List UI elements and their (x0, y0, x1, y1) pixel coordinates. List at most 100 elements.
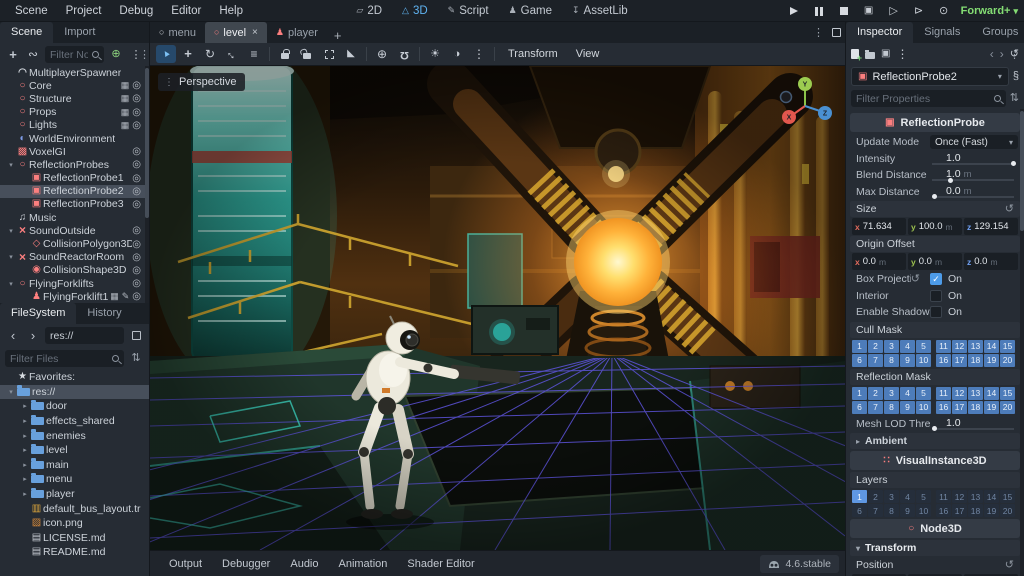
renderer-selector[interactable]: Forward+ ▾ (961, 5, 1018, 17)
reflection-mask-bit[interactable]: 19 (984, 401, 999, 414)
tree-item[interactable]: ReflectionProbe1 (0, 172, 149, 185)
expander-icon[interactable]: ▸ (20, 490, 30, 498)
tree-item[interactable]: VoxelGI (0, 145, 149, 158)
layer-bit[interactable]: 12 (952, 490, 967, 503)
workspace-3d[interactable]: 3D (395, 4, 435, 18)
tree-item[interactable]: Music (0, 211, 149, 224)
bottom-panel-tab[interactable]: Shader Editor (398, 555, 483, 573)
layer-bit[interactable]: 20 (1000, 504, 1015, 517)
cull-mask-bit[interactable]: 15 (1000, 340, 1015, 353)
cull-mask-bit[interactable]: 16 (936, 354, 951, 367)
origin-x-field[interactable]: x0.0m (852, 253, 906, 270)
play-scene-button[interactable] (886, 3, 902, 19)
new-resource-icon[interactable] (851, 49, 859, 59)
history-forward-icon[interactable]: › (1000, 47, 1004, 61)
revert-icon[interactable]: ↺ (1005, 204, 1014, 215)
workspace-2d[interactable]: 2D (349, 4, 389, 18)
file-item[interactable]: README.md (0, 545, 149, 560)
max-distance-slider[interactable]: 0.0m (930, 184, 1018, 200)
expander-icon[interactable]: ▾ (6, 280, 16, 288)
class-header-visualinstance3d[interactable]: ∷ VisualInstance3D (850, 451, 1020, 470)
size-y-field[interactable]: y100.0m (908, 218, 962, 235)
sep3[interactable] (419, 47, 420, 61)
dock-tab[interactable]: Scene (0, 22, 53, 43)
layer-bit[interactable]: 13 (968, 490, 983, 503)
box-projection-checkbox[interactable]: ✓ (930, 273, 942, 285)
visibility-toggle-icon[interactable] (132, 80, 141, 91)
expander-icon[interactable]: ▸ (20, 446, 30, 454)
file-item[interactable]: LICENSE.md (0, 531, 149, 546)
menu-item[interactable]: Editor (164, 3, 208, 19)
group-badge-icon[interactable] (110, 291, 119, 302)
version-info[interactable]: 4.6.stable (760, 555, 839, 573)
property-sort-icon[interactable] (1010, 93, 1019, 104)
layer-bit[interactable]: 19 (984, 504, 999, 517)
expander-icon[interactable]: ▸ (20, 475, 30, 483)
origin-z-field[interactable]: z0.0m (964, 253, 1018, 270)
intensity-slider[interactable]: 1.0 (930, 151, 1018, 167)
file-item[interactable]: ▸ door (0, 399, 149, 414)
new-scene-tab-button[interactable]: + (327, 28, 349, 43)
layer-bit[interactable]: 11 (936, 490, 951, 503)
tree-item[interactable]: Props (0, 106, 149, 119)
group-badge-icon[interactable] (121, 93, 130, 104)
reflection-mask-bit[interactable]: 9 (900, 401, 915, 414)
open-docs-icon[interactable] (1013, 71, 1019, 82)
menu-item[interactable]: Help (212, 3, 250, 19)
layer-bit[interactable]: 3 (884, 490, 899, 503)
reflection-mask-bit[interactable]: 20 (1000, 401, 1015, 414)
layer-bit[interactable]: 5 (916, 490, 931, 503)
cull-mask-bit[interactable]: 12 (952, 340, 967, 353)
tab-menu[interactable]: menu (150, 22, 205, 43)
visibility-toggle-icon[interactable] (132, 146, 141, 157)
reflection-mask-bit[interactable]: 8 (884, 401, 899, 414)
reflection-mask-bit[interactable]: 15 (1000, 387, 1015, 400)
cull-mask-bit[interactable]: 20 (1000, 354, 1015, 367)
layer-bit[interactable]: 9 (900, 504, 915, 517)
play-button[interactable] (786, 3, 802, 19)
visibility-toggle-icon[interactable] (132, 239, 141, 250)
reflection-mask-bit[interactable]: 5 (916, 387, 931, 400)
reflection-mask-bit[interactable]: 4 (900, 387, 915, 400)
class-header-node3d[interactable]: Node3D (850, 519, 1020, 538)
file-item[interactable]: ▸ enemies (0, 428, 149, 443)
group-badge-icon[interactable] (121, 80, 130, 91)
tree-item[interactable]: CollisionPolygon3D (0, 237, 149, 250)
scene-dock-menu[interactable]: ⋮ (139, 48, 146, 61)
tree-item[interactable]: WorldEnvironment (0, 132, 149, 145)
tree-item[interactable]: Structure (0, 92, 149, 105)
cull-mask-bit[interactable]: 10 (916, 354, 931, 367)
dock-tab[interactable]: Import (53, 22, 106, 43)
reflection-mask-bit[interactable]: 6 (852, 401, 867, 414)
dock-tab[interactable]: History (76, 303, 132, 324)
file-item[interactable]: Favorites: (0, 370, 149, 385)
revert-icon[interactable]: ↺ (911, 274, 920, 285)
lock-node-button[interactable] (275, 45, 295, 63)
preview-sun-toggle[interactable] (425, 45, 445, 63)
file-item[interactable]: ▾ res:// (0, 385, 149, 400)
remote-deploy-button[interactable] (861, 3, 877, 19)
expand-viewport-icon[interactable] (832, 28, 841, 37)
filter-properties-field[interactable] (851, 90, 1006, 107)
tree-item[interactable]: ▾ ReflectionProbes (0, 158, 149, 171)
bottom-panel-tab[interactable]: Animation (330, 555, 397, 573)
resource-options-icon[interactable] (896, 48, 908, 61)
expander-icon[interactable]: ▾ (6, 161, 16, 169)
history-forward-button[interactable]: › (25, 327, 41, 344)
transform-menu[interactable]: Transform (500, 48, 566, 60)
mesh-lod-slider[interactable]: 1.0 (930, 416, 1018, 432)
list-select-button[interactable] (244, 45, 264, 63)
cull-mask-bit[interactable]: 3 (884, 340, 899, 353)
movie-maker-button[interactable] (936, 3, 952, 19)
local-space-toggle[interactable] (372, 45, 392, 63)
3d-viewport[interactable]: ⋮ Perspective Y X Z (150, 66, 845, 550)
file-item[interactable]: ▸ level (0, 443, 149, 458)
reflection-mask-bit[interactable]: 13 (968, 387, 983, 400)
origin-y-field[interactable]: y0.0m (908, 253, 962, 270)
cull-mask-bit[interactable]: 17 (952, 354, 967, 367)
layer-bit[interactable]: 15 (1000, 490, 1015, 503)
expander-icon[interactable]: ▾ (6, 388, 16, 396)
sep1[interactable] (269, 47, 270, 61)
dock-tab[interactable]: Groups (971, 22, 1024, 43)
visibility-toggle-icon[interactable] (132, 120, 141, 131)
